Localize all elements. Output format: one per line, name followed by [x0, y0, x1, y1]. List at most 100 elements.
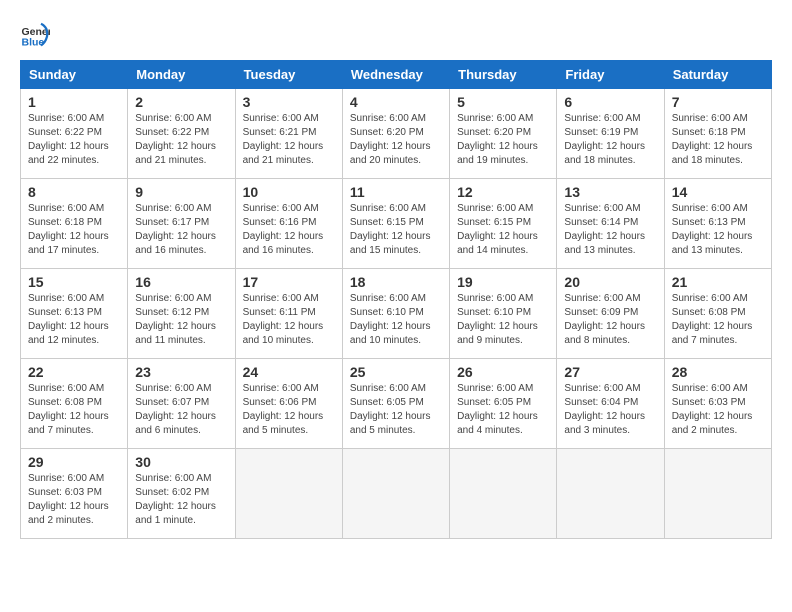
day-number: 13 — [564, 184, 656, 200]
calendar-cell — [450, 449, 557, 539]
day-info: Sunrise: 6:00 AM Sunset: 6:20 PM Dayligh… — [350, 112, 442, 168]
day-number: 7 — [672, 94, 764, 110]
calendar-cell: 2Sunrise: 6:00 AM Sunset: 6:22 PM Daylig… — [128, 89, 235, 179]
day-number: 16 — [135, 274, 227, 290]
day-number: 10 — [243, 184, 335, 200]
day-info: Sunrise: 6:00 AM Sunset: 6:06 PM Dayligh… — [243, 382, 335, 438]
day-number: 11 — [350, 184, 442, 200]
day-number: 21 — [672, 274, 764, 290]
calendar-cell: 13 Sunrise: 6:00 AM Sunset: 6:14 PM Dayli… — [557, 179, 664, 269]
calendar-cell — [557, 449, 664, 539]
calendar-cell: 26 Sunrise: 6:00 AM Sunset: 6:05 PM Dayli… — [450, 359, 557, 449]
calendar-cell: 15 Sunrise: 6:00 AM Sunset: 6:13 PM Dayli… — [21, 269, 128, 359]
day-info: Sunrise: 6:00 AM Sunset: 6:14 PM Dayligh… — [564, 202, 656, 258]
day-number: 8 — [28, 184, 120, 200]
calendar-cell: 9 Sunrise: 6:00 AM Sunset: 6:17 PM Daylig… — [128, 179, 235, 269]
calendar-cell: 12 Sunrise: 6:00 AM Sunset: 6:15 PM Dayli… — [450, 179, 557, 269]
calendar-cell — [664, 449, 771, 539]
calendar-week-4: 22Sunrise: 6:00 AM Sunset: 6:08 PM Dayli… — [21, 359, 772, 449]
calendar-cell: 16Sunrise: 6:00 AM Sunset: 6:12 PM Dayli… — [128, 269, 235, 359]
day-number: 4 — [350, 94, 442, 110]
day-info: Sunrise: 6:00 AM Sunset: 6:18 PM Dayligh… — [28, 202, 120, 258]
page-header: General Blue — [20, 20, 772, 50]
day-number: 24 — [243, 364, 335, 380]
calendar-cell: 14 Sunrise: 6:00 AM Sunset: 6:13 PM Dayli… — [664, 179, 771, 269]
svg-text:Blue: Blue — [22, 37, 45, 49]
weekday-header-wednesday: Wednesday — [342, 61, 449, 89]
day-info: Sunrise: 6:00 AM Sunset: 6:13 PM Dayligh… — [28, 292, 120, 348]
day-info: Sunrise: 6:00 AM Sunset: 6:07 PM Dayligh… — [135, 382, 227, 438]
day-info: Sunrise: 6:00 AM Sunset: 6:13 PM Dayligh… — [672, 202, 764, 258]
day-number: 20 — [564, 274, 656, 290]
calendar-cell: 24 Sunrise: 6:00 AM Sunset: 6:06 PM Dayli… — [235, 359, 342, 449]
day-number: 29 — [28, 454, 120, 470]
day-number: 26 — [457, 364, 549, 380]
day-number: 6 — [564, 94, 656, 110]
calendar-cell: 8 Sunrise: 6:00 AM Sunset: 6:18 PM Daylig… — [21, 179, 128, 269]
calendar-cell: 19 Sunrise: 6:00 AM Sunset: 6:10 PM Dayli… — [450, 269, 557, 359]
calendar-week-3: 15 Sunrise: 6:00 AM Sunset: 6:13 PM Dayli… — [21, 269, 772, 359]
calendar-cell: 1Sunrise: 6:00 AM Sunset: 6:22 PM Daylig… — [21, 89, 128, 179]
logo: General Blue — [20, 20, 54, 50]
day-number: 28 — [672, 364, 764, 380]
day-number: 27 — [564, 364, 656, 380]
calendar-cell: 29 Sunrise: 6:00 AM Sunset: 6:03 PM Dayli… — [21, 449, 128, 539]
day-info: Sunrise: 6:00 AM Sunset: 6:15 PM Dayligh… — [350, 202, 442, 258]
day-number: 15 — [28, 274, 120, 290]
weekday-header-sunday: Sunday — [21, 61, 128, 89]
day-info: Sunrise: 6:00 AM Sunset: 6:05 PM Dayligh… — [457, 382, 549, 438]
weekday-header-tuesday: Tuesday — [235, 61, 342, 89]
calendar-cell: 30 Sunrise: 6:00 AM Sunset: 6:02 PM Dayli… — [128, 449, 235, 539]
calendar-cell — [235, 449, 342, 539]
day-info: Sunrise: 6:00 AM Sunset: 6:17 PM Dayligh… — [135, 202, 227, 258]
day-info: Sunrise: 6:00 AM Sunset: 6:20 PM Dayligh… — [457, 112, 549, 168]
calendar-cell: 5Sunrise: 6:00 AM Sunset: 6:20 PM Daylig… — [450, 89, 557, 179]
day-number: 12 — [457, 184, 549, 200]
day-number: 14 — [672, 184, 764, 200]
calendar-week-1: 1Sunrise: 6:00 AM Sunset: 6:22 PM Daylig… — [21, 89, 772, 179]
day-number: 19 — [457, 274, 549, 290]
calendar-cell: 22Sunrise: 6:00 AM Sunset: 6:08 PM Dayli… — [21, 359, 128, 449]
calendar-cell: 21 Sunrise: 6:00 AM Sunset: 6:08 PM Dayli… — [664, 269, 771, 359]
calendar-cell: 25Sunrise: 6:00 AM Sunset: 6:05 PM Dayli… — [342, 359, 449, 449]
day-info: Sunrise: 6:00 AM Sunset: 6:04 PM Dayligh… — [564, 382, 656, 438]
day-info: Sunrise: 6:00 AM Sunset: 6:11 PM Dayligh… — [243, 292, 335, 348]
day-number: 17 — [243, 274, 335, 290]
calendar-header-row: SundayMondayTuesdayWednesdayThursdayFrid… — [21, 61, 772, 89]
calendar-cell: 28 Sunrise: 6:00 AM Sunset: 6:03 PM Dayli… — [664, 359, 771, 449]
calendar-cell: 3 Sunrise: 6:00 AM Sunset: 6:21 PM Daylig… — [235, 89, 342, 179]
logo-icon: General Blue — [20, 20, 50, 50]
day-info: Sunrise: 6:00 AM Sunset: 6:08 PM Dayligh… — [672, 292, 764, 348]
day-info: Sunrise: 6:00 AM Sunset: 6:09 PM Dayligh… — [564, 292, 656, 348]
day-info: Sunrise: 6:00 AM Sunset: 6:21 PM Dayligh… — [243, 112, 335, 168]
day-info: Sunrise: 6:00 AM Sunset: 6:22 PM Dayligh… — [28, 112, 120, 168]
calendar-cell: 6 Sunrise: 6:00 AM Sunset: 6:19 PM Daylig… — [557, 89, 664, 179]
calendar-cell: 4 Sunrise: 6:00 AM Sunset: 6:20 PM Daylig… — [342, 89, 449, 179]
calendar-cell: 27 Sunrise: 6:00 AM Sunset: 6:04 PM Dayli… — [557, 359, 664, 449]
weekday-header-thursday: Thursday — [450, 61, 557, 89]
day-info: Sunrise: 6:00 AM Sunset: 6:16 PM Dayligh… — [243, 202, 335, 258]
day-info: Sunrise: 6:00 AM Sunset: 6:02 PM Dayligh… — [135, 472, 227, 528]
calendar-cell: 17 Sunrise: 6:00 AM Sunset: 6:11 PM Dayli… — [235, 269, 342, 359]
calendar-cell: 23 Sunrise: 6:00 AM Sunset: 6:07 PM Dayli… — [128, 359, 235, 449]
calendar-table: SundayMondayTuesdayWednesdayThursdayFrid… — [20, 60, 772, 539]
day-info: Sunrise: 6:00 AM Sunset: 6:03 PM Dayligh… — [672, 382, 764, 438]
day-number: 9 — [135, 184, 227, 200]
weekday-header-friday: Friday — [557, 61, 664, 89]
calendar-cell: 11 Sunrise: 6:00 AM Sunset: 6:15 PM Dayli… — [342, 179, 449, 269]
day-info: Sunrise: 6:00 AM Sunset: 6:22 PM Dayligh… — [135, 112, 227, 168]
calendar-cell: 20 Sunrise: 6:00 AM Sunset: 6:09 PM Dayli… — [557, 269, 664, 359]
day-info: Sunrise: 6:00 AM Sunset: 6:03 PM Dayligh… — [28, 472, 120, 528]
calendar-cell: 7Sunrise: 6:00 AM Sunset: 6:18 PM Daylig… — [664, 89, 771, 179]
day-info: Sunrise: 6:00 AM Sunset: 6:19 PM Dayligh… — [564, 112, 656, 168]
day-number: 3 — [243, 94, 335, 110]
day-number: 18 — [350, 274, 442, 290]
day-info: Sunrise: 6:00 AM Sunset: 6:10 PM Dayligh… — [457, 292, 549, 348]
calendar-cell: 18 Sunrise: 6:00 AM Sunset: 6:10 PM Dayli… — [342, 269, 449, 359]
weekday-header-saturday: Saturday — [664, 61, 771, 89]
day-info: Sunrise: 6:00 AM Sunset: 6:15 PM Dayligh… — [457, 202, 549, 258]
day-number: 23 — [135, 364, 227, 380]
day-info: Sunrise: 6:00 AM Sunset: 6:10 PM Dayligh… — [350, 292, 442, 348]
day-number: 30 — [135, 454, 227, 470]
calendar-cell: 10 Sunrise: 6:00 AM Sunset: 6:16 PM Dayli… — [235, 179, 342, 269]
